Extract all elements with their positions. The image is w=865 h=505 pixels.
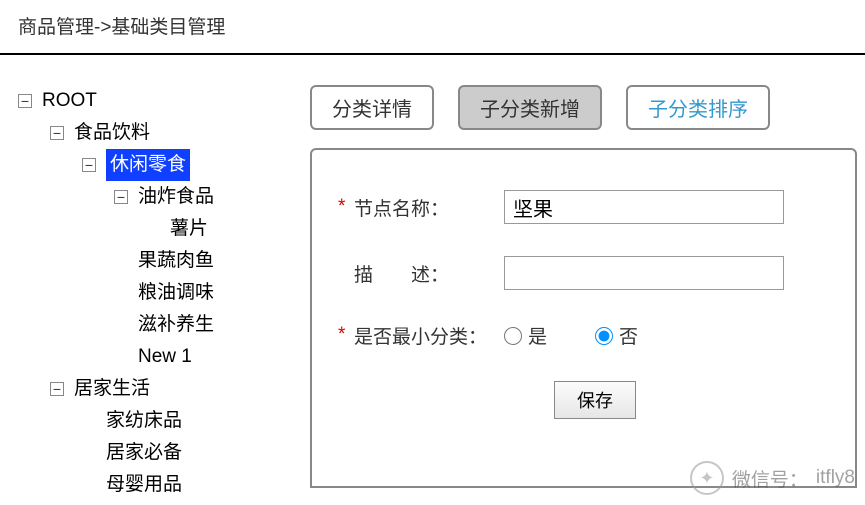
required-icon: * (338, 324, 345, 346)
tree-panel: − ROOT − 食品饮料 − 休闲零食 (0, 85, 310, 501)
tab-category-detail[interactable]: 分类详情 (310, 85, 434, 130)
description-input[interactable] (504, 256, 784, 290)
tree-node-root[interactable]: ROOT (42, 85, 97, 117)
tree-toggle-icon[interactable]: − (18, 94, 32, 108)
min-category-label: * 是否最小分类： (354, 322, 504, 349)
radio-yes[interactable]: 是 (504, 322, 547, 349)
tree-leaf[interactable]: 粮油调味 (138, 277, 214, 309)
tree-toggle-icon[interactable]: − (82, 158, 96, 172)
tree-node[interactable]: 食品饮料 (74, 117, 150, 149)
radio-yes-label: 是 (528, 322, 547, 349)
radio-no-input[interactable] (595, 327, 613, 345)
tab-subcategory-sort[interactable]: 子分类排序 (626, 85, 770, 130)
form-panel: 分类详情 子分类新增 子分类排序 * 节点名称： 描 述： * (310, 85, 865, 501)
tree-leaf[interactable]: 母婴用品 (106, 469, 182, 501)
breadcrumb: 商品管理->基础类目管理 (0, 0, 865, 55)
radio-no-label: 否 (619, 322, 638, 349)
tree-node-selected[interactable]: 休闲零食 (106, 149, 190, 181)
description-label: 描 述： (354, 260, 504, 287)
radio-no[interactable]: 否 (595, 322, 638, 349)
tree-toggle-icon[interactable]: − (114, 190, 128, 204)
tree-node[interactable]: 油炸食品 (138, 181, 214, 213)
tab-subcategory-add[interactable]: 子分类新增 (458, 85, 602, 130)
tree-leaf[interactable]: 居家必备 (106, 437, 182, 469)
tree-node[interactable]: 居家生活 (74, 373, 150, 405)
save-button[interactable]: 保存 (554, 381, 636, 419)
tree-toggle-icon[interactable]: − (50, 126, 64, 140)
tree-leaf[interactable]: 滋补养生 (138, 309, 214, 341)
tab-bar: 分类详情 子分类新增 子分类排序 (310, 85, 857, 130)
tree-toggle-icon[interactable]: − (50, 382, 64, 396)
radio-yes-input[interactable] (504, 327, 522, 345)
form-body: * 节点名称： 描 述： * 是否最小分类： (310, 148, 857, 488)
node-name-label: * 节点名称： (354, 194, 504, 221)
required-icon: * (338, 196, 345, 218)
node-name-input[interactable] (504, 190, 784, 224)
tree-leaf[interactable]: 薯片 (170, 213, 208, 245)
tree-leaf[interactable]: 果蔬肉鱼 (138, 245, 214, 277)
tree-leaf[interactable]: 家纺床品 (106, 405, 182, 437)
tree-leaf[interactable]: New 1 (138, 341, 192, 373)
